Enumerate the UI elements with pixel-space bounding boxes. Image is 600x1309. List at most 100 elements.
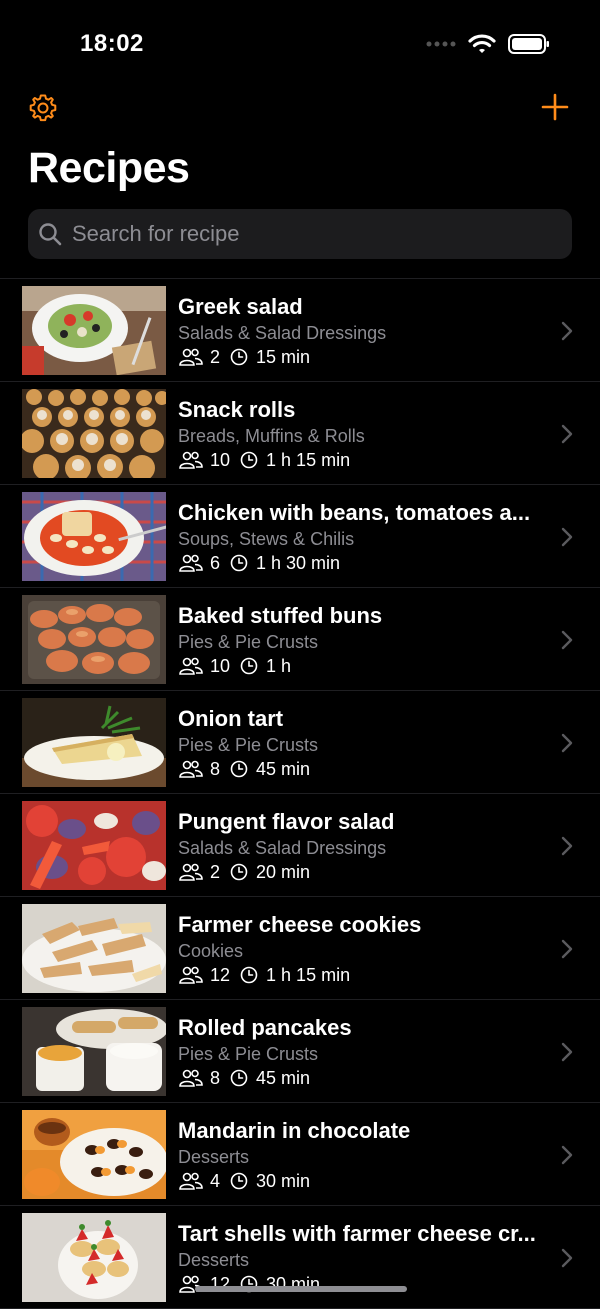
recipe-meta: 10 1 h 15 min (178, 448, 550, 472)
search-icon (39, 223, 62, 246)
cellular-signal-icon (426, 41, 456, 47)
navigation-bar (0, 90, 600, 130)
gear-icon[interactable] (28, 93, 58, 123)
people-icon (179, 760, 203, 778)
recipe-servings: 8 (210, 1068, 221, 1088)
recipe-row[interactable]: Mandarin in chocolate Desserts 4 30 min (0, 1103, 600, 1206)
recipe-row[interactable]: Baked stuffed buns Pies & Pie Crusts 10 … (0, 588, 600, 691)
recipe-row[interactable]: Rolled pancakes Pies & Pie Crusts 8 45 m… (0, 1000, 600, 1103)
people-icon (179, 966, 203, 984)
recipe-thumbnail (22, 1007, 166, 1096)
recipe-meta: 6 1 h 30 min (178, 551, 550, 575)
recipe-info: Chicken with beans, tomatoes a... Soups,… (178, 499, 550, 575)
recipe-category: Cookies (178, 941, 244, 961)
recipe-thumbnail (22, 389, 166, 478)
clock-icon (230, 554, 248, 572)
recipe-list: Greek salad Salads & Salad Dressings 2 1… (0, 278, 600, 1309)
recipe-category: Salads & Salad Dressings (178, 323, 387, 343)
recipe-meta: 2 15 min (178, 345, 550, 369)
recipe-time: 1 h 30 min (256, 553, 341, 573)
people-icon (179, 451, 203, 469)
recipe-category: Desserts (178, 1147, 250, 1167)
recipe-category: Pies & Pie Crusts (178, 1044, 319, 1064)
people-icon (179, 1069, 203, 1087)
recipe-time: 45 min (256, 1068, 311, 1088)
status-icons (426, 34, 550, 54)
recipe-title: Onion tart (178, 706, 284, 731)
clock-icon (230, 760, 248, 778)
people-icon (179, 657, 203, 675)
recipe-meta: 8 45 min (178, 757, 550, 781)
clock-icon (230, 863, 248, 881)
recipe-meta: 10 1 h (178, 654, 550, 678)
recipe-title: Farmer cheese cookies (178, 912, 422, 937)
recipe-category: Pies & Pie Crusts (178, 735, 319, 755)
recipe-info: Farmer cheese cookies Cookies 12 1 h 15 … (178, 911, 550, 987)
plus-icon[interactable] (540, 92, 570, 122)
recipe-row[interactable]: Onion tart Pies & Pie Crusts 8 45 min (0, 691, 600, 794)
recipe-servings: 6 (210, 553, 221, 573)
chevron-right-icon (561, 527, 573, 547)
recipe-row[interactable]: Greek salad Salads & Salad Dressings 2 1… (0, 279, 600, 382)
recipe-time: 20 min (256, 862, 311, 882)
recipe-row[interactable]: Farmer cheese cookies Cookies 12 1 h 15 … (0, 897, 600, 1000)
recipe-meta: 2 20 min (178, 860, 550, 884)
recipe-thumbnail (22, 286, 166, 375)
search-input[interactable] (70, 220, 554, 248)
people-icon (179, 348, 203, 366)
search-bar[interactable] (28, 209, 572, 259)
recipe-servings: 4 (210, 1171, 221, 1191)
recipe-time: 45 min (256, 759, 311, 779)
chevron-right-icon (561, 1042, 573, 1062)
recipe-title: Snack rolls (178, 397, 296, 422)
recipe-thumbnail (22, 1110, 166, 1199)
recipe-info: Snack rolls Breads, Muffins & Rolls 10 1… (178, 396, 550, 472)
clock-icon (240, 657, 258, 675)
recipe-row[interactable]: Pungent flavor salad Salads & Salad Dres… (0, 794, 600, 897)
clock-icon (240, 451, 258, 469)
recipe-info: Onion tart Pies & Pie Crusts 8 45 min (178, 705, 550, 781)
chevron-right-icon (561, 630, 573, 650)
recipe-servings: 2 (210, 347, 221, 367)
recipe-info: Rolled pancakes Pies & Pie Crusts 8 45 m… (178, 1014, 550, 1090)
recipe-info: Pungent flavor salad Salads & Salad Dres… (178, 808, 550, 884)
people-icon (179, 1172, 203, 1190)
recipe-title: Greek salad (178, 294, 303, 319)
recipe-time: 15 min (256, 347, 311, 367)
recipe-title: Pungent flavor salad (178, 809, 395, 834)
recipe-time: 1 h (266, 656, 292, 676)
status-time: 18:02 (80, 30, 144, 57)
recipe-category: Pies & Pie Crusts (178, 632, 319, 652)
clock-icon (230, 348, 248, 366)
recipe-row[interactable]: Chicken with beans, tomatoes a... Soups,… (0, 485, 600, 588)
recipe-row[interactable]: Snack rolls Breads, Muffins & Rolls 10 1… (0, 382, 600, 485)
chevron-right-icon (561, 424, 573, 444)
home-indicator[interactable] (195, 1286, 407, 1292)
recipe-info: Greek salad Salads & Salad Dressings 2 1… (178, 293, 550, 369)
recipe-category: Soups, Stews & Chilis (178, 529, 355, 549)
recipe-title: Tart shells with farmer cheese cr... (178, 1221, 536, 1246)
recipe-info: Baked stuffed buns Pies & Pie Crusts 10 … (178, 602, 550, 678)
wifi-icon (468, 34, 496, 53)
recipe-title: Baked stuffed buns (178, 603, 383, 628)
recipe-title: Rolled pancakes (178, 1015, 352, 1040)
recipe-meta: 8 45 min (178, 1066, 550, 1090)
people-icon (179, 863, 203, 881)
recipe-info: Tart shells with farmer cheese cr... Des… (178, 1220, 550, 1296)
recipe-thumbnail (22, 1213, 166, 1302)
recipe-info: Mandarin in chocolate Desserts 4 30 min (178, 1117, 550, 1193)
recipe-servings: 12 (210, 1274, 231, 1294)
page-title: Recipes (28, 144, 190, 192)
recipe-thumbnail (22, 595, 166, 684)
people-icon (179, 554, 203, 572)
recipe-category: Desserts (178, 1250, 250, 1270)
recipe-time: 1 h 15 min (266, 965, 351, 985)
recipe-servings: 10 (210, 450, 231, 470)
recipe-title: Chicken with beans, tomatoes a... (178, 500, 531, 525)
chevron-right-icon (561, 733, 573, 753)
recipe-row[interactable]: Tart shells with farmer cheese cr... Des… (0, 1206, 600, 1309)
recipe-servings: 10 (210, 656, 231, 676)
recipe-thumbnail (22, 698, 166, 787)
chevron-right-icon (561, 1145, 573, 1165)
clock-icon (240, 966, 258, 984)
